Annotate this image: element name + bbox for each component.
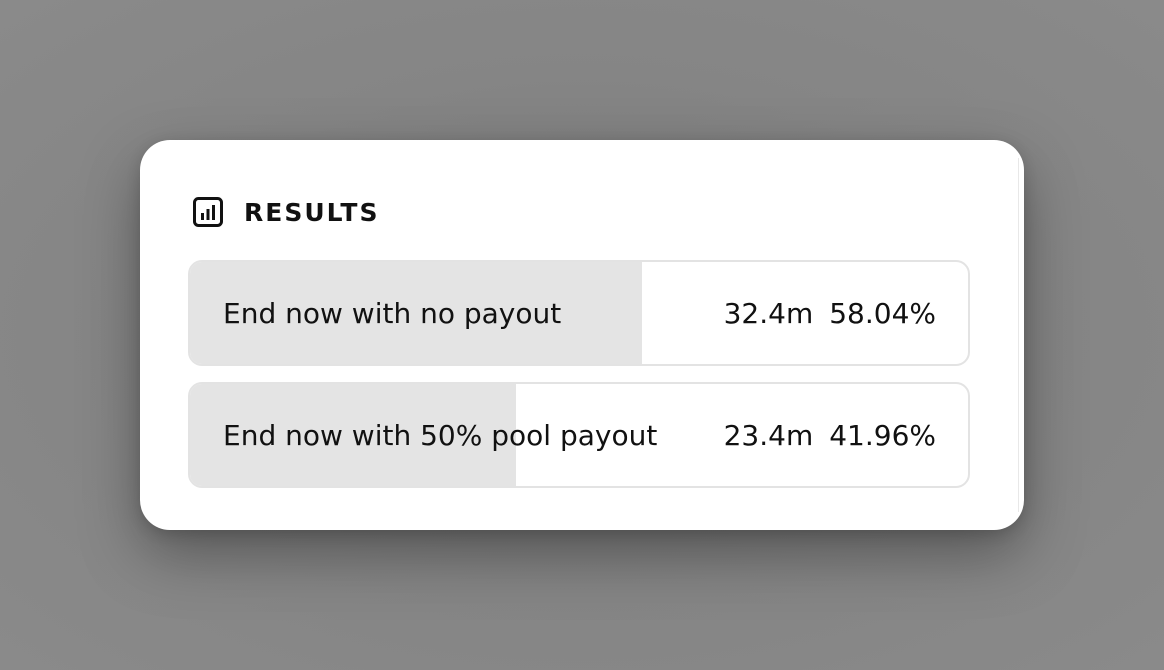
poll-option-no-payout[interactable]: End now with no payout 32.4m 58.04% <box>188 260 970 366</box>
option-votes: 23.4m <box>723 418 814 452</box>
option-votes: 32.4m <box>723 296 814 330</box>
results-header: RESULTS <box>193 196 379 228</box>
results-title: RESULTS <box>244 197 380 227</box>
poll-option-half-pool-payout[interactable]: End now with 50% pool payout 23.4m 41.96… <box>188 382 970 488</box>
results-card: RESULTS End now with no payout 32.4m 58.… <box>140 140 1024 530</box>
option-percent: 41.96% <box>829 418 936 452</box>
option-label: End now with no payout <box>223 296 562 330</box>
bar-chart-icon <box>193 197 223 227</box>
option-stats: 32.4m 58.04% <box>724 262 936 364</box>
option-label: End now with 50% pool payout <box>223 418 658 452</box>
option-percent: 58.04% <box>829 296 936 330</box>
option-stats: 23.4m 41.96% <box>724 384 936 486</box>
